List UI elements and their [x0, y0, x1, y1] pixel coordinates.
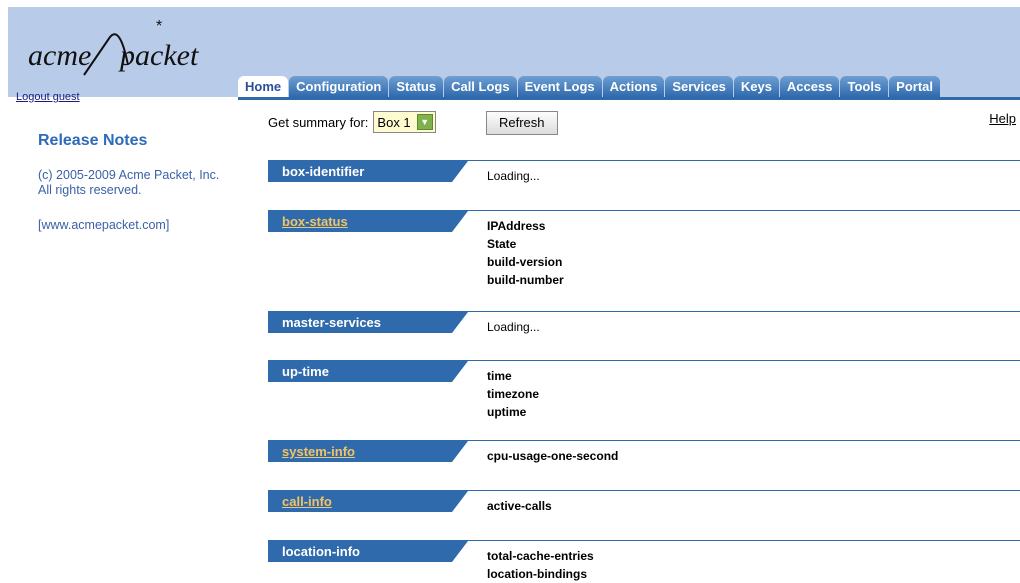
summary-selector: Get summary for: Box 1 ▼: [268, 111, 436, 133]
acme-packet-logo: acme packet *: [28, 18, 199, 76]
section-value: Loading...: [487, 320, 540, 334]
section-value: timezone: [487, 387, 540, 401]
section-value: location-bindings: [487, 567, 587, 581]
summary-label: Get summary for:: [268, 114, 369, 130]
section-value: build-number: [487, 273, 564, 287]
tab-underline: [238, 97, 1020, 100]
logo-text-packet: packet: [118, 39, 199, 72]
section-value: uptime: [487, 405, 527, 419]
section-header: master-services: [268, 312, 468, 333]
section-value: build-version: [487, 255, 563, 269]
tab-keys[interactable]: Keys: [733, 76, 779, 97]
chevron-down-icon[interactable]: ▼: [416, 114, 433, 130]
section-title-link[interactable]: call-info: [282, 494, 332, 509]
refresh-button[interactable]: Refresh: [486, 111, 558, 135]
section-value: IPAddress: [487, 219, 546, 233]
section-header: location-info: [268, 541, 468, 562]
section-title: master-services: [282, 315, 382, 330]
section-values: IPAddress State build-version build-number: [487, 217, 564, 289]
main-tab-bar: Home Configuration Status Call Logs Event Lo…: [238, 76, 941, 97]
section-header: call-info: [268, 491, 468, 512]
logo-star-icon: *: [156, 18, 162, 35]
logout-link[interactable]: Logout guest: [16, 91, 80, 103]
tab-configuration[interactable]: Configuration: [289, 76, 389, 97]
tab-actions[interactable]: Actions: [602, 76, 665, 97]
section-divider: [268, 311, 1020, 312]
tab-tools[interactable]: Tools: [840, 76, 889, 97]
tab-home[interactable]: Home: [238, 76, 289, 97]
section-title-link[interactable]: system-info: [282, 444, 355, 459]
section-header: system-info: [268, 441, 468, 462]
section-values: active-calls: [487, 497, 552, 515]
section-divider: [268, 160, 1020, 161]
section-divider: [268, 440, 1020, 441]
section-values: Loading...: [487, 167, 540, 185]
section-values: cpu-usage-one-second: [487, 447, 618, 465]
tab-call-logs[interactable]: Call Logs: [444, 76, 517, 97]
tab-services[interactable]: Services: [665, 76, 733, 97]
section-divider: [268, 210, 1020, 211]
section-title: up-time: [282, 364, 329, 379]
tab-access[interactable]: Access: [779, 76, 840, 97]
logo-text-acme: acme: [28, 39, 91, 72]
copyright-text: (c) 2005-2009 Acme Packet, Inc. All righ…: [38, 168, 220, 197]
tab-portal[interactable]: Portal: [889, 76, 941, 97]
help-link[interactable]: Help: [989, 111, 1016, 126]
section-value: total-cache-entries: [487, 549, 594, 563]
section-title: location-info: [282, 544, 360, 559]
section-values: Loading...: [487, 318, 540, 336]
section-value: Loading...: [487, 169, 540, 183]
section-value: State: [487, 237, 517, 251]
box-select[interactable]: Box 1 ▼: [373, 111, 436, 133]
section-value: time: [487, 369, 512, 383]
box-select-value: Box 1: [377, 114, 411, 130]
section-title-link[interactable]: box-status: [282, 214, 348, 229]
left-sidebar: Release Notes (c) 2005-2009 Acme Packet,…: [38, 132, 228, 233]
section-title: box-identifier: [282, 164, 365, 179]
section-values: total-cache-entries location-bindings: [487, 547, 594, 583]
section-divider: [268, 360, 1020, 361]
section-values: time timezone uptime: [487, 367, 539, 421]
section-value: cpu-usage-one-second: [487, 449, 619, 463]
section-divider: [268, 490, 1020, 491]
tab-event-logs[interactable]: Event Logs: [517, 76, 602, 97]
release-notes-link[interactable]: Release Notes: [38, 132, 228, 150]
section-value: active-calls: [487, 499, 552, 513]
section-header: box-identifier: [268, 161, 468, 182]
tab-status[interactable]: Status: [389, 76, 444, 97]
section-header: box-status: [268, 211, 468, 232]
section-header: up-time: [268, 361, 468, 382]
section-divider: [268, 540, 1020, 541]
website-link[interactable]: [www.acmepacket.com]: [38, 218, 228, 233]
